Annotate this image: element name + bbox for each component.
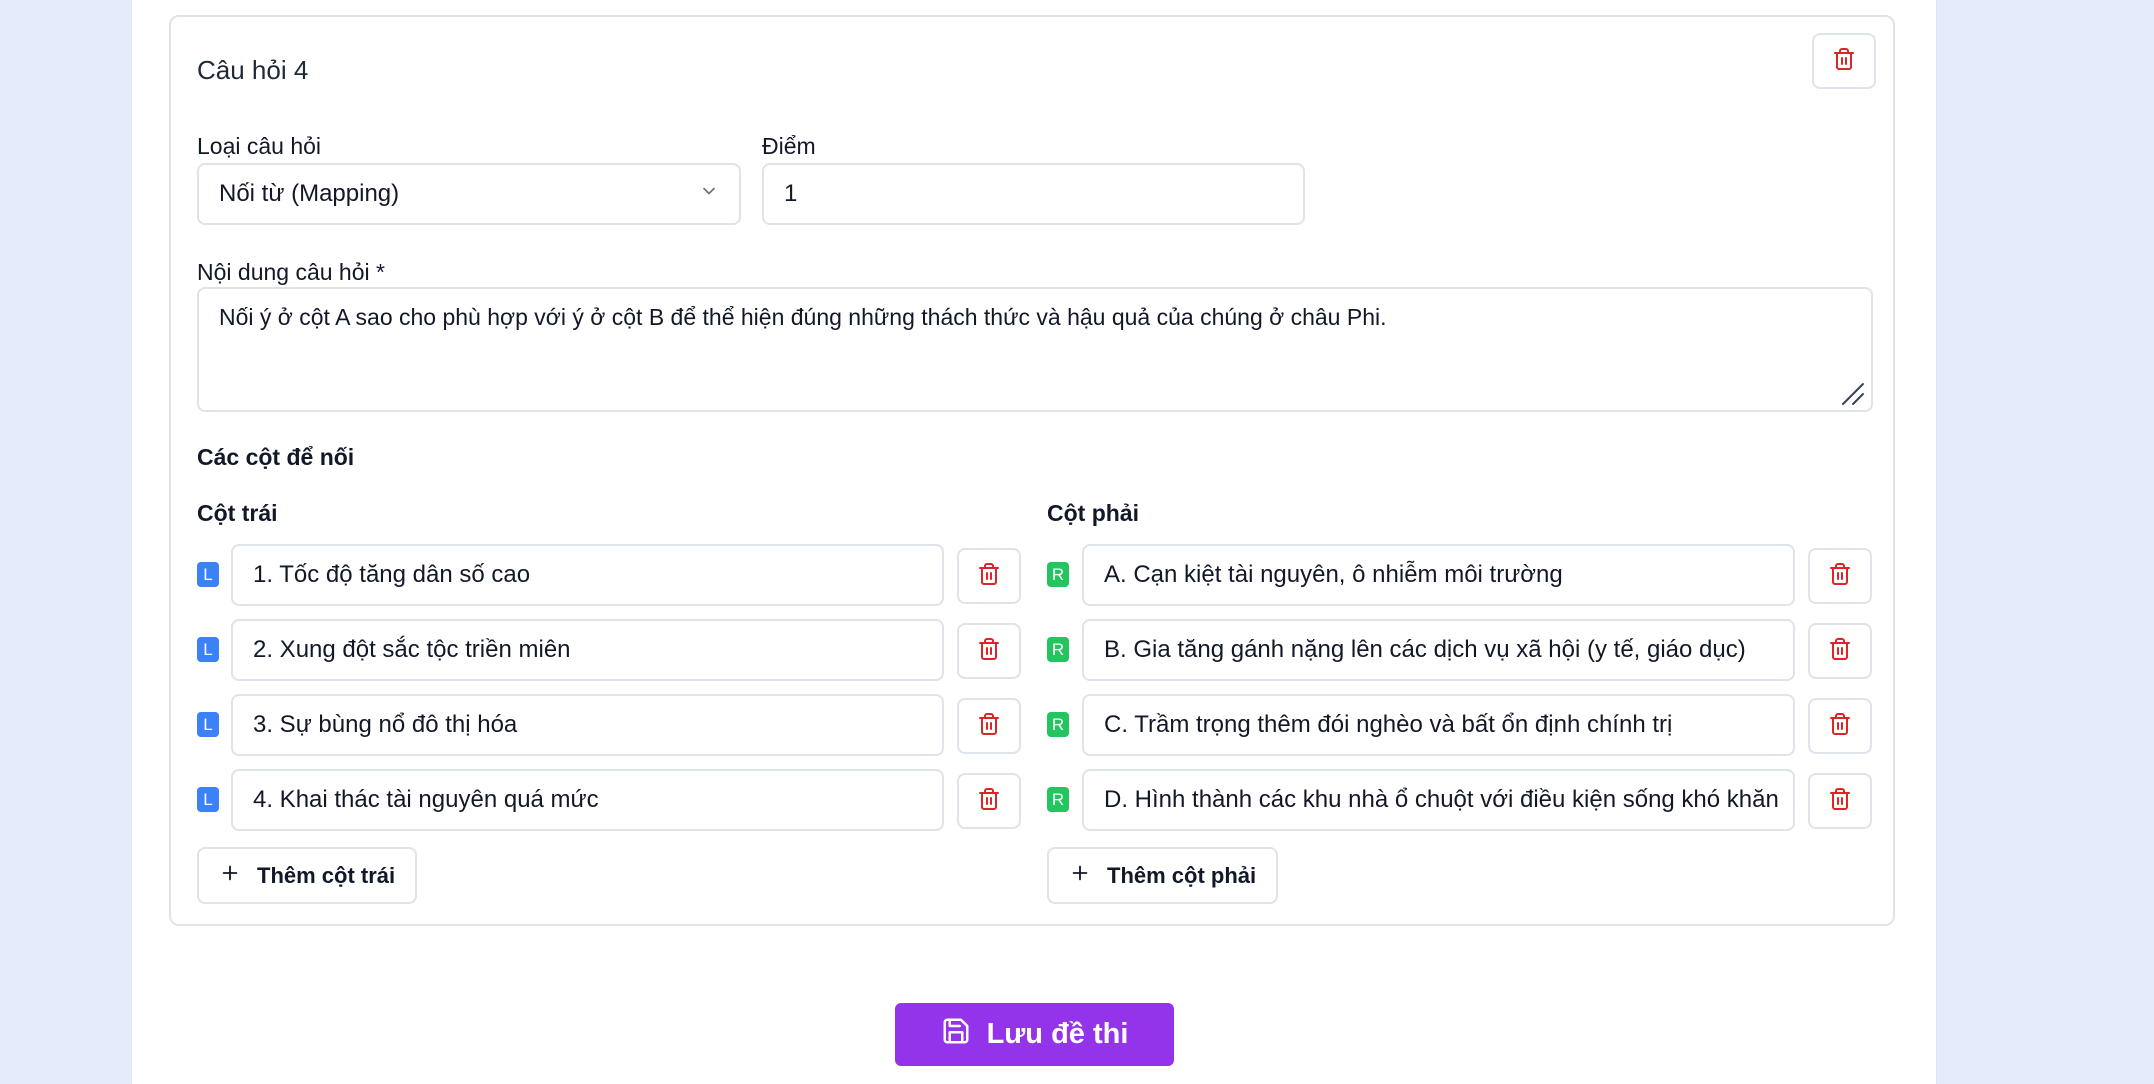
trash-icon	[1828, 637, 1852, 666]
add-left-item-button[interactable]: Thêm cột trái	[197, 847, 418, 904]
add-right-item-label: Thêm cột phải	[1107, 862, 1257, 888]
question-content-textarea[interactable]: Nối ý ở cột A sao cho phù hợp với ý ở cộ…	[197, 287, 1873, 412]
right-badge: R	[1047, 787, 1069, 812]
right-item-input[interactable]: A. Cạn kiệt tài nguyên, ô nhiễm môi trườ…	[1082, 544, 1795, 606]
left-badge: L	[197, 637, 219, 662]
right-item-text: D. Hình thành các khu nhà ổ chuột với đi…	[1104, 786, 1779, 813]
chevron-down-icon	[699, 180, 719, 208]
left-item-text: 3. Sự bùng nổ đô thị hóa	[253, 711, 518, 738]
right-item-text: C. Trầm trọng thêm đói nghèo và bất ổn đ…	[1104, 711, 1673, 738]
save-icon	[941, 1016, 971, 1054]
right-item-input[interactable]: B. Gia tăng gánh nặng lên các dịch vụ xã…	[1082, 619, 1795, 681]
left-item-input[interactable]: 1. Tốc độ tăng dân số cao	[231, 544, 944, 606]
left-item-input[interactable]: 2. Xung đột sắc tộc triền miên	[231, 619, 944, 681]
resize-handle-icon[interactable]	[1839, 380, 1865, 406]
points-label: Điểm	[762, 133, 816, 159]
points-input[interactable]: 1	[762, 163, 1305, 225]
page-panel: Câu hỏi 4 Loại câu hỏi Nối từ (Mapping) …	[132, 0, 1936, 1084]
right-item-input[interactable]: D. Hình thành các khu nhà ổ chuột với đi…	[1082, 769, 1795, 831]
question-card: Câu hỏi 4 Loại câu hỏi Nối từ (Mapping) …	[169, 15, 1895, 926]
trash-icon	[1832, 47, 1856, 76]
question-type-label: Loại câu hỏi	[197, 133, 322, 159]
right-badge: R	[1047, 562, 1069, 587]
plus-icon	[1069, 862, 1091, 890]
mapping-section-label: Các cột để nối	[197, 444, 355, 470]
trash-icon	[1828, 787, 1852, 816]
left-column-label: Cột trái	[197, 500, 278, 526]
right-item-text: A. Cạn kiệt tài nguyên, ô nhiễm môi trườ…	[1104, 561, 1563, 588]
delete-left-item-button[interactable]	[957, 548, 1021, 604]
trash-icon	[977, 637, 1001, 666]
delete-right-item-button[interactable]	[1808, 698, 1872, 754]
left-badge: L	[197, 787, 219, 812]
right-item-input[interactable]: C. Trầm trọng thêm đói nghèo và bất ổn đ…	[1082, 694, 1795, 756]
delete-right-item-button[interactable]	[1808, 623, 1872, 679]
delete-right-item-button[interactable]	[1808, 773, 1872, 829]
left-item-input[interactable]: 4. Khai thác tài nguyên quá mức	[231, 769, 944, 831]
delete-left-item-button[interactable]	[957, 698, 1021, 754]
question-type-value: Nối từ (Mapping)	[219, 180, 400, 207]
trash-icon	[977, 787, 1001, 816]
delete-left-item-button[interactable]	[957, 773, 1021, 829]
delete-left-item-button[interactable]	[957, 623, 1021, 679]
right-item-text: B. Gia tăng gánh nặng lên các dịch vụ xã…	[1104, 636, 1746, 663]
add-left-item-label: Thêm cột trái	[257, 862, 396, 888]
trash-icon	[1828, 562, 1852, 591]
left-item-input[interactable]: 3. Sự bùng nổ đô thị hóa	[231, 694, 944, 756]
left-item-text: 1. Tốc độ tăng dân số cao	[253, 561, 531, 588]
delete-right-item-button[interactable]	[1808, 548, 1872, 604]
left-badge: L	[197, 712, 219, 737]
trash-icon	[1828, 712, 1852, 741]
plus-icon	[219, 862, 241, 890]
delete-question-button[interactable]	[1812, 33, 1876, 89]
save-exam-button[interactable]: Lưu đề thi	[895, 1003, 1174, 1066]
question-type-select[interactable]: Nối từ (Mapping)	[197, 163, 741, 225]
left-item-text: 2. Xung đột sắc tộc triền miên	[253, 636, 571, 663]
trash-icon	[977, 562, 1001, 591]
question-content-label: Nội dung câu hỏi *	[197, 259, 385, 285]
right-badge: R	[1047, 637, 1069, 662]
left-badge: L	[197, 562, 219, 587]
save-exam-label: Lưu đề thi	[986, 1018, 1129, 1050]
right-column-label: Cột phải	[1047, 500, 1139, 526]
question-content-value: Nối ý ở cột A sao cho phù hợp với ý ở cộ…	[219, 304, 1387, 330]
left-item-text: 4. Khai thác tài nguyên quá mức	[253, 786, 599, 813]
points-value: 1	[784, 180, 798, 207]
add-right-item-button[interactable]: Thêm cột phải	[1047, 847, 1279, 904]
trash-icon	[977, 712, 1001, 741]
right-badge: R	[1047, 712, 1069, 737]
question-title: Câu hỏi 4	[197, 55, 309, 85]
